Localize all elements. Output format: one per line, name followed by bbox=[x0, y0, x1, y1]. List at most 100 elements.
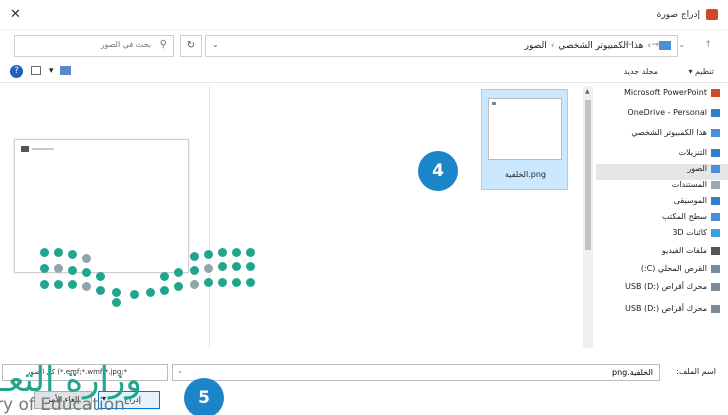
scrollbar[interactable]: ▲ bbox=[583, 86, 593, 348]
refresh-button[interactable]: ↻ bbox=[180, 35, 202, 57]
documents-icon bbox=[711, 180, 720, 189]
sidebar-item[interactable]: Microsoft PowerPoint bbox=[624, 88, 720, 104]
breadcrumb-pictures[interactable]: الصور bbox=[525, 41, 547, 51]
sidebar-item[interactable]: المستندات bbox=[672, 180, 720, 196]
logo-dot bbox=[246, 248, 255, 257]
help-icon[interactable]: ? bbox=[10, 65, 23, 78]
sidebar-item-label: OneDrive - Personal bbox=[627, 108, 707, 117]
logo-dot bbox=[174, 268, 183, 277]
logo-dot bbox=[68, 250, 77, 259]
sidebar-item[interactable]: سطح المكتب bbox=[662, 212, 720, 228]
usb-icon bbox=[711, 304, 720, 313]
sidebar-item-label: سطح المكتب bbox=[662, 212, 707, 221]
address-bar[interactable]: ⌄ ›هذا الكمبيوتر الشخصي›الصور bbox=[205, 35, 678, 57]
close-icon[interactable]: ✕ bbox=[10, 7, 21, 22]
view-menu-chevron-icon[interactable]: ▾ bbox=[49, 66, 54, 76]
sidebar-item-label: كائنات 3D bbox=[672, 228, 707, 237]
sidebar-item-label: هذا الكمبيوتر الشخصي bbox=[631, 128, 707, 137]
navigation-buttons[interactable]: ← → ⌄ ↑ bbox=[625, 40, 720, 50]
logo-dot bbox=[40, 280, 49, 289]
step-callout-5: 5 bbox=[184, 378, 224, 415]
ministry-watermark-english: ry of Education bbox=[0, 395, 125, 415]
logo-dot bbox=[54, 264, 63, 273]
sidebar-item[interactable]: الموسيقى bbox=[674, 196, 720, 212]
sidebar-item-label: Microsoft PowerPoint bbox=[624, 88, 707, 97]
navigation-pane: Microsoft PowerPoint OneDrive - Personal ه… bbox=[596, 86, 728, 348]
logo-dot bbox=[54, 280, 63, 289]
file-item[interactable]: الخلفية.png bbox=[481, 89, 568, 190]
pictures-icon bbox=[711, 164, 720, 173]
sidebar-item-label: الصور bbox=[687, 164, 707, 173]
logo-dot bbox=[218, 278, 227, 287]
objects-3d-icon bbox=[711, 228, 720, 237]
sidebar-item[interactable]: التنزيلات bbox=[679, 148, 720, 164]
computer-icon bbox=[711, 128, 720, 137]
cloud-icon bbox=[711, 108, 720, 117]
filename-label: اسم الملف: bbox=[676, 367, 716, 376]
logo-dot bbox=[68, 266, 77, 275]
sidebar-item[interactable]: OneDrive - Personal bbox=[627, 108, 720, 124]
logo-dot bbox=[146, 288, 155, 297]
logo-dot bbox=[82, 254, 91, 263]
logo-dot bbox=[218, 262, 227, 271]
sidebar-item-label: المستندات bbox=[671, 180, 707, 189]
logo-dot bbox=[204, 278, 213, 287]
title-bar: ✕ إدراج صورة bbox=[0, 0, 728, 30]
logo-dot bbox=[68, 280, 77, 289]
view-controls: ? ▾ bbox=[10, 65, 71, 78]
filename-field[interactable]: ⌄ bbox=[172, 364, 660, 381]
logo-dots bbox=[40, 248, 280, 310]
logo-dot bbox=[204, 250, 213, 259]
sidebar-item[interactable]: محرك أقراص USB (D:) bbox=[625, 282, 720, 298]
logo-dot bbox=[190, 266, 199, 275]
logo-dot bbox=[96, 272, 105, 281]
view-icon[interactable] bbox=[59, 66, 71, 75]
logo-dot bbox=[232, 248, 241, 257]
chevron-down-icon[interactable]: ⌄ bbox=[177, 367, 183, 375]
search-input[interactable] bbox=[41, 40, 151, 49]
preview-pane-icon[interactable] bbox=[31, 66, 41, 75]
logo-dot bbox=[232, 262, 241, 271]
sidebar-item[interactable]: الصور bbox=[596, 164, 728, 180]
image-thumbnail bbox=[488, 98, 562, 160]
sidebar-item[interactable]: محرك أقراص USB (D:) bbox=[625, 304, 720, 320]
file-name: الخلفية.png bbox=[504, 170, 546, 179]
logo-dot bbox=[112, 288, 121, 297]
logo-dot bbox=[160, 272, 169, 281]
logo-dot bbox=[246, 262, 255, 271]
new-folder-button[interactable]: مجلد جديد bbox=[624, 67, 658, 76]
window-title: إدراج صورة bbox=[656, 10, 700, 20]
sidebar-item[interactable]: هذا الكمبيوتر الشخصي bbox=[631, 128, 720, 144]
logo-dot bbox=[190, 280, 199, 289]
music-icon bbox=[711, 196, 720, 205]
sidebar-item[interactable]: كائنات 3D bbox=[672, 228, 720, 244]
search-box[interactable]: ⚲ bbox=[14, 35, 174, 57]
filename-input[interactable] bbox=[173, 365, 659, 380]
scroll-up-icon[interactable]: ▲ bbox=[585, 88, 590, 95]
sidebar-item[interactable]: القرص المحلي (C:) bbox=[641, 264, 720, 280]
scrollbar-thumb[interactable] bbox=[585, 100, 591, 250]
logo-dot bbox=[246, 278, 255, 287]
logo-dot bbox=[40, 248, 49, 257]
logo-dot bbox=[232, 278, 241, 287]
sidebar-item[interactable]: ملفات الفيديو bbox=[662, 246, 720, 262]
video-icon bbox=[711, 246, 720, 255]
organize-menu[interactable]: تنظيم ▾ bbox=[689, 67, 715, 76]
sidebar-item-label: الموسيقى bbox=[673, 196, 707, 205]
preview-text-line bbox=[32, 148, 54, 150]
logo-dot bbox=[54, 248, 63, 257]
drive-icon bbox=[711, 264, 720, 273]
logo-dot bbox=[130, 290, 139, 299]
logo-dot bbox=[82, 282, 91, 291]
chevron-down-icon[interactable]: ⌄ bbox=[212, 40, 219, 49]
logo-dot bbox=[190, 252, 199, 261]
preview-logo-mark bbox=[21, 146, 29, 152]
logo-dot bbox=[160, 286, 169, 295]
desktop-icon bbox=[711, 212, 720, 221]
powerpoint-icon bbox=[706, 9, 718, 20]
ministry-watermark-arabic: وزارة التعـ bbox=[0, 360, 142, 400]
sidebar-item-label: ملفات الفيديو bbox=[661, 246, 707, 255]
sidebar-item-label: محرك أقراص USB (D:) bbox=[625, 304, 707, 313]
command-bar: تنظيم ▾ مجلد جديد ? ▾ bbox=[0, 63, 728, 83]
sidebar-item-label: محرك أقراص USB (D:) bbox=[625, 282, 707, 291]
